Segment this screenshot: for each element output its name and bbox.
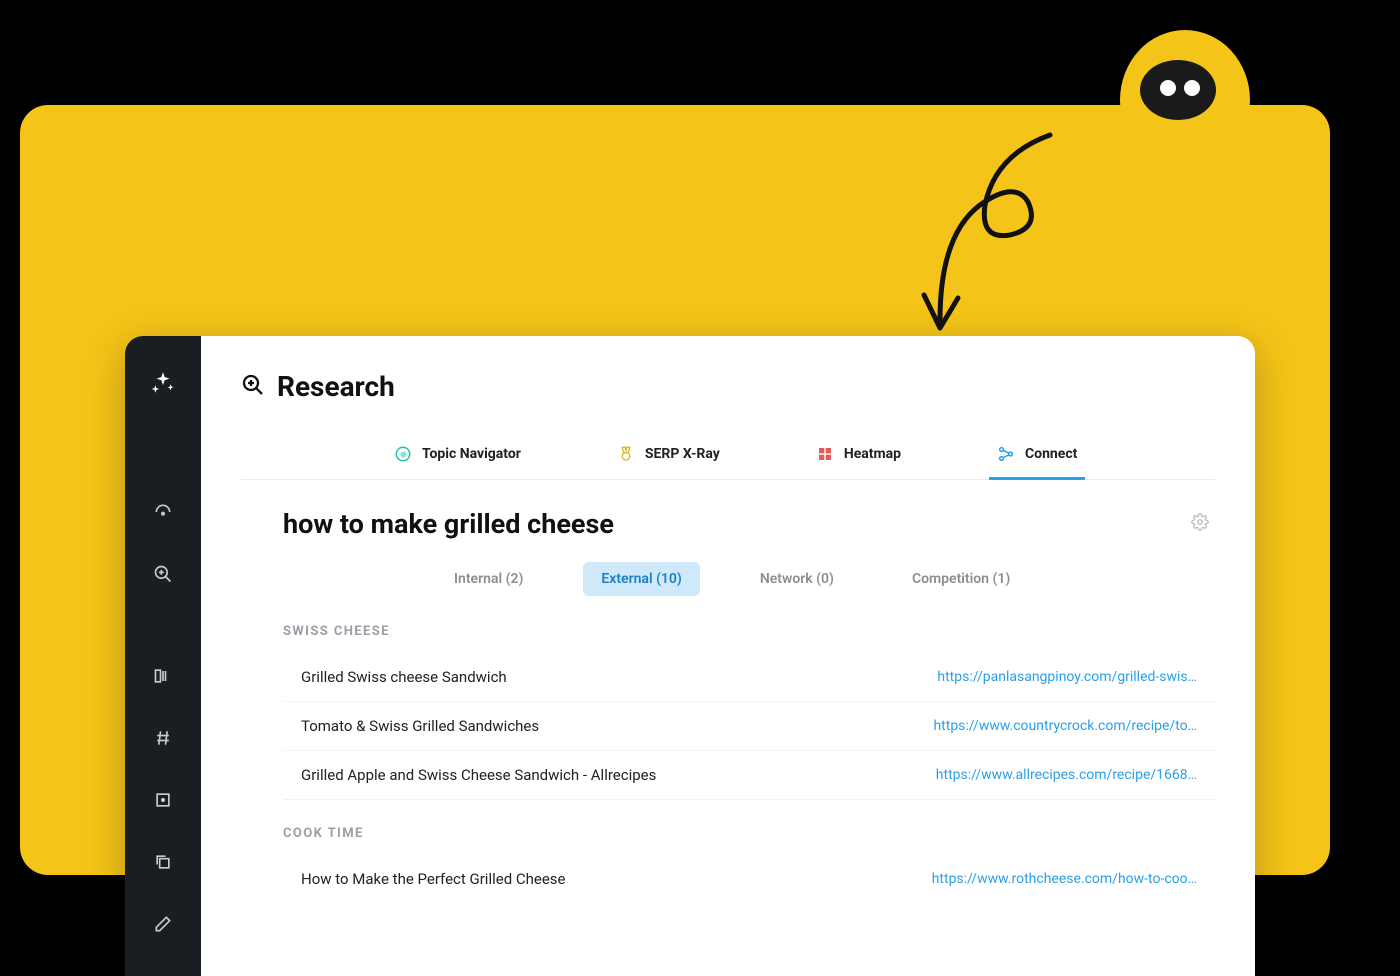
- main-tabs: Topic Navigator SERP X-Ray Heatmap: [241, 431, 1215, 480]
- app-window: Research Topic Navigator SERP X-Ray: [125, 336, 1255, 976]
- tab-connect[interactable]: Connect: [989, 431, 1085, 480]
- result-title: How to Make the Perfect Grilled Cheese: [301, 870, 912, 888]
- result-url[interactable]: https://www.rothcheese.com/how-to-coo…: [932, 871, 1197, 887]
- search-plus-icon[interactable]: [141, 552, 185, 596]
- copy-icon[interactable]: [141, 840, 185, 884]
- result-url[interactable]: https://www.allrecipes.com/recipe/1668…: [936, 767, 1197, 783]
- result-url[interactable]: https://panlasangpinoy.com/grilled-swis…: [937, 669, 1197, 685]
- sub-tab-competition[interactable]: Competition (1): [894, 562, 1028, 596]
- medal-icon: [617, 445, 635, 463]
- connect-icon: [997, 445, 1015, 463]
- tab-serp-xray[interactable]: SERP X-Ray: [609, 431, 728, 480]
- gauge-icon[interactable]: [141, 490, 185, 534]
- sub-tab-network[interactable]: Network (0): [742, 562, 852, 596]
- result-row[interactable]: Tomato & Swiss Grilled Sandwiches https:…: [283, 702, 1215, 751]
- tab-label: SERP X-Ray: [645, 446, 720, 462]
- grid-icon: [816, 445, 834, 463]
- result-row[interactable]: Grilled Apple and Swiss Cheese Sandwich …: [283, 751, 1215, 800]
- columns-icon[interactable]: [141, 654, 185, 698]
- hash-icon[interactable]: [141, 716, 185, 760]
- sub-tab-external[interactable]: External (10): [583, 562, 699, 596]
- query-text: how to make grilled cheese: [283, 508, 614, 540]
- edit-icon[interactable]: [141, 902, 185, 946]
- arrow-illustration: [900, 120, 1080, 350]
- result-url[interactable]: https://www.countrycrock.com/recipe/to…: [933, 718, 1197, 734]
- compass-icon: [394, 445, 412, 463]
- result-row[interactable]: Grilled Swiss cheese Sandwich https://pa…: [283, 653, 1215, 702]
- result-row[interactable]: How to Make the Perfect Grilled Cheese h…: [283, 855, 1215, 903]
- sparkles-icon[interactable]: [150, 370, 176, 400]
- sub-tab-internal[interactable]: Internal (2): [436, 562, 541, 596]
- tab-heatmap[interactable]: Heatmap: [808, 431, 909, 480]
- sidebar: [125, 336, 201, 976]
- tab-label: Heatmap: [844, 446, 901, 462]
- mascot-illustration: [1100, 20, 1300, 280]
- result-title: Tomato & Swiss Grilled Sandwiches: [301, 717, 913, 735]
- sub-tabs: Internal (2) External (10) Network (0) C…: [241, 562, 1215, 596]
- main-panel: Research Topic Navigator SERP X-Ray: [201, 336, 1255, 976]
- settings-button[interactable]: [1191, 513, 1209, 535]
- target-box-icon[interactable]: [141, 778, 185, 822]
- group-header: SWISS CHEESE: [283, 624, 1215, 639]
- result-title: Grilled Swiss cheese Sandwich: [301, 668, 917, 686]
- group-header: COOK TIME: [283, 826, 1215, 841]
- page-title: Research: [277, 370, 395, 403]
- query-row: how to make grilled cheese: [241, 508, 1215, 540]
- results-list: SWISS CHEESE Grilled Swiss cheese Sandwi…: [241, 624, 1215, 903]
- page-header: Research: [241, 370, 1215, 403]
- tab-label: Topic Navigator: [422, 446, 521, 462]
- search-plus-icon: [241, 373, 265, 401]
- tab-topic-navigator[interactable]: Topic Navigator: [386, 431, 529, 480]
- result-title: Grilled Apple and Swiss Cheese Sandwich …: [301, 766, 916, 784]
- tab-label: Connect: [1025, 446, 1077, 462]
